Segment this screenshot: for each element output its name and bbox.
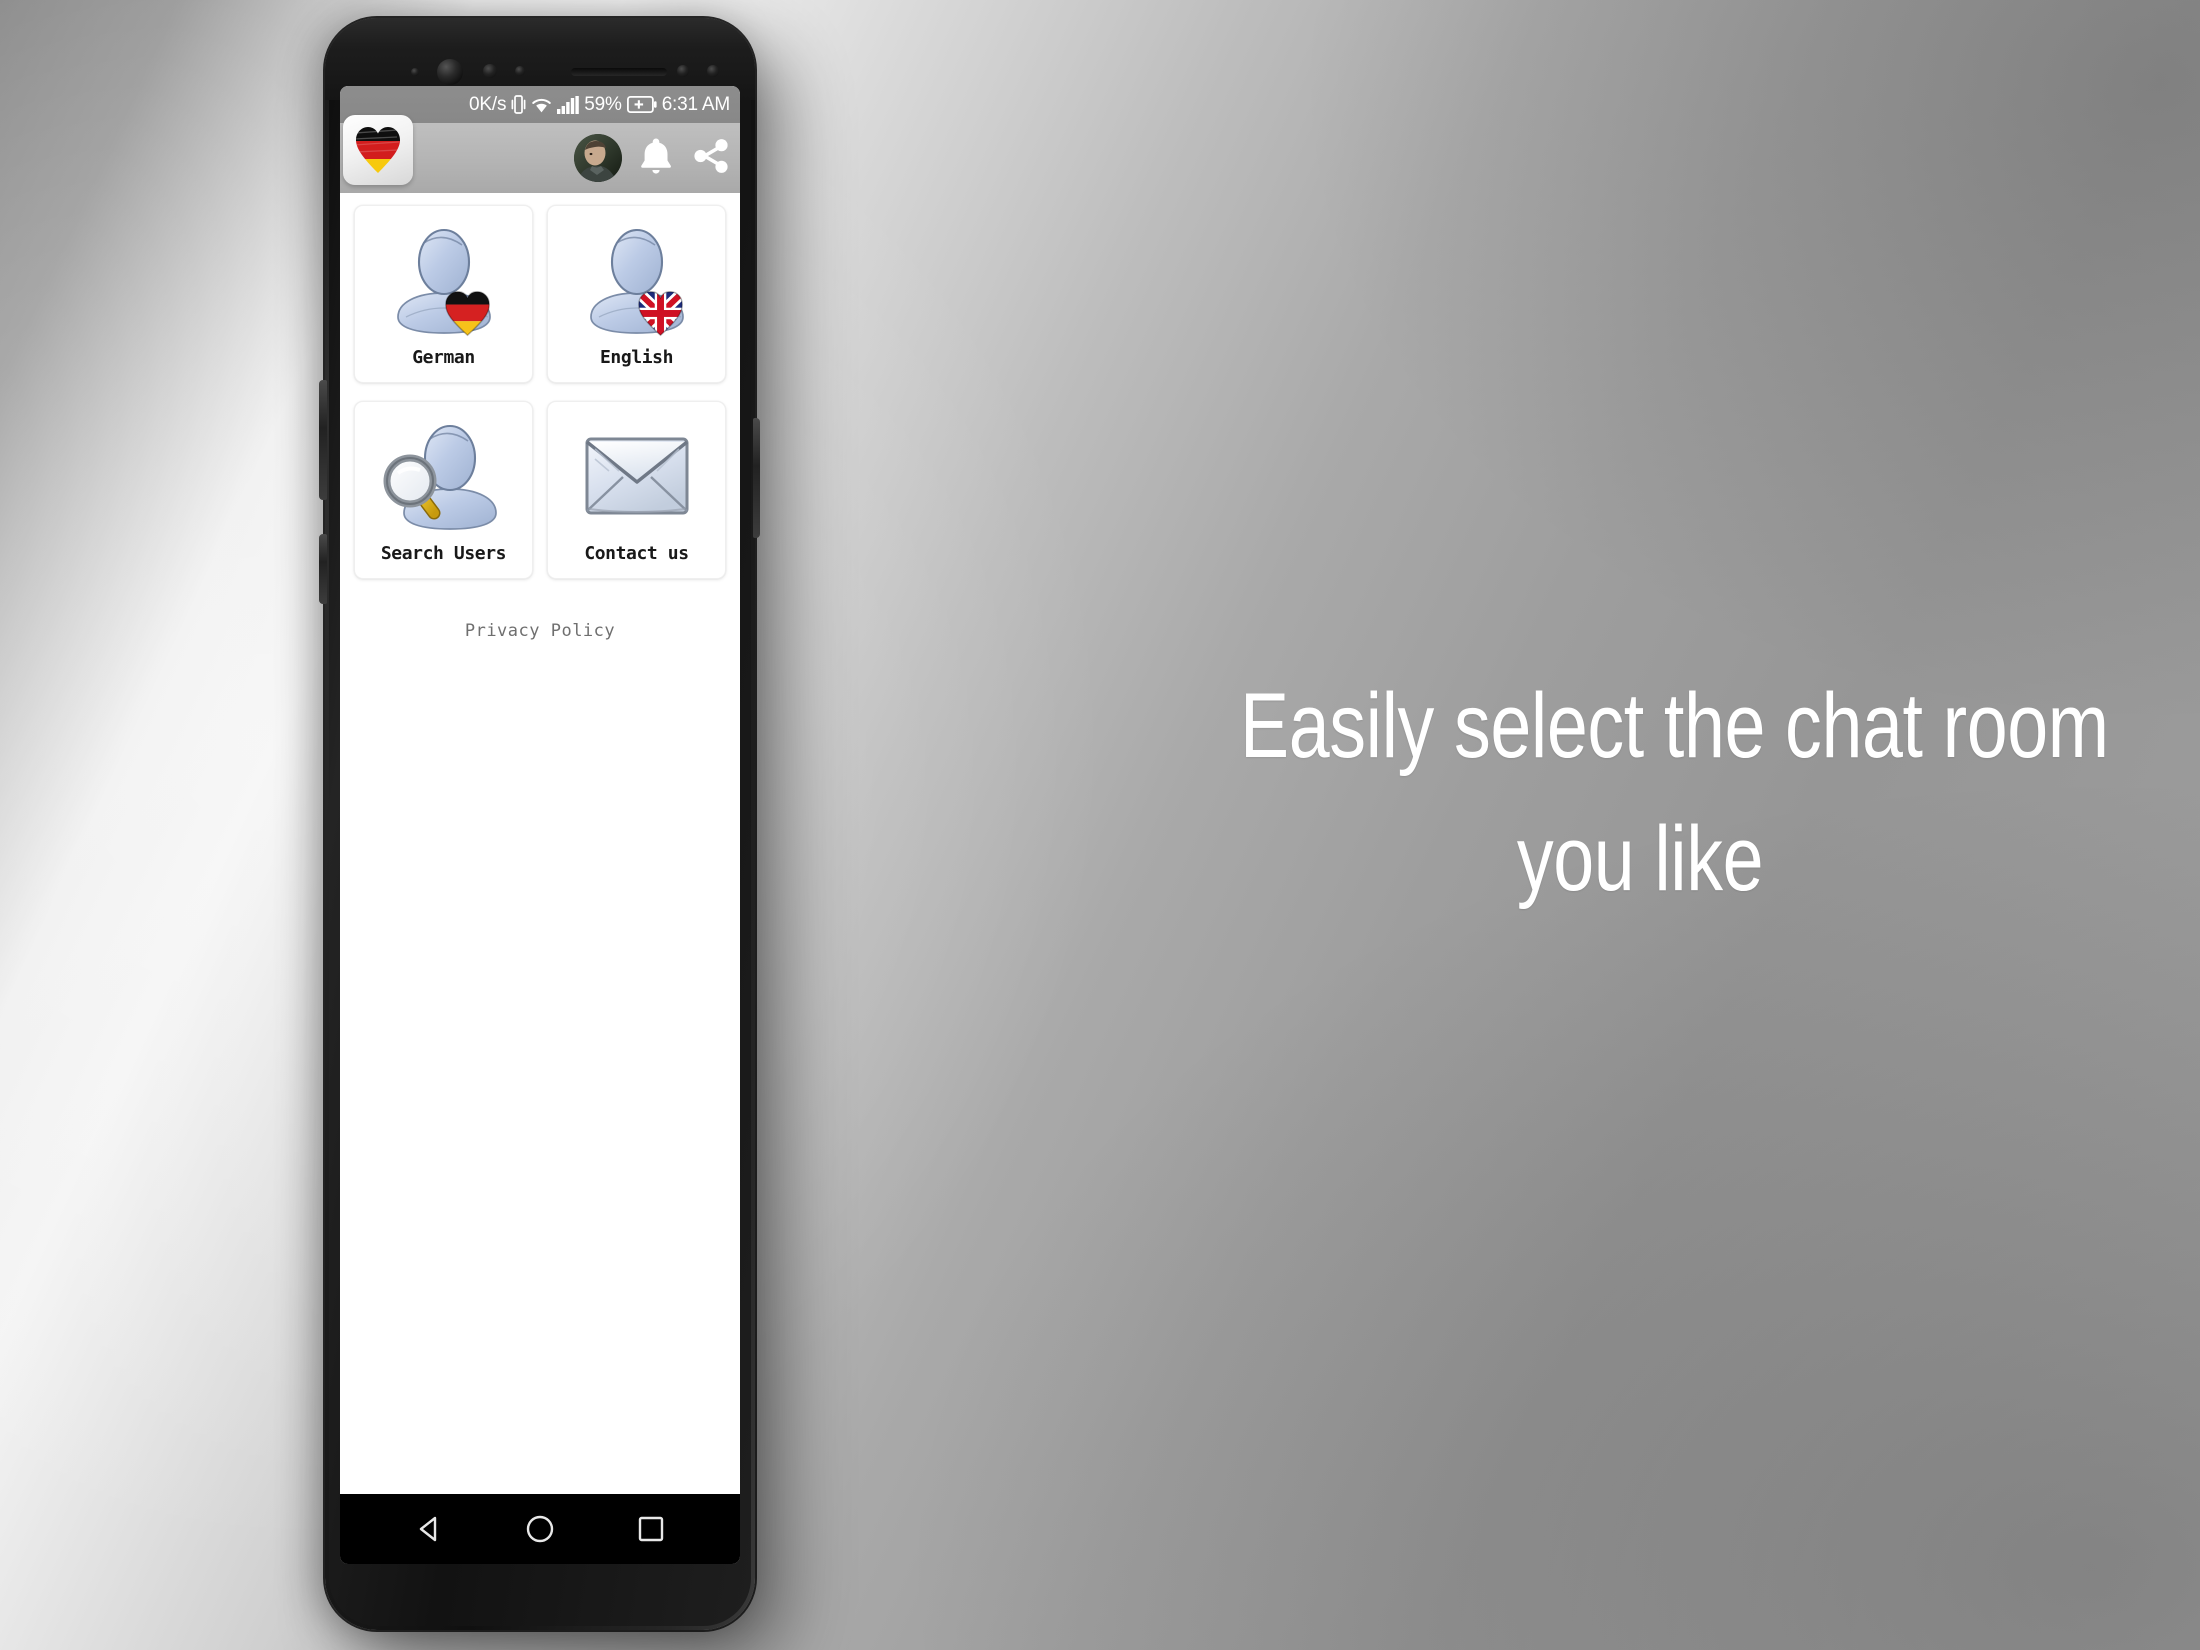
recents-square-icon xyxy=(638,1516,663,1542)
card-english[interactable]: English xyxy=(547,205,726,383)
android-navigation-bar xyxy=(340,1494,740,1564)
card-search-users-label: Search Users xyxy=(380,543,507,564)
card-german[interactable]: German xyxy=(354,205,533,383)
nav-recents-button[interactable] xyxy=(621,1499,681,1559)
sensor-right-2-icon xyxy=(707,65,719,77)
share-button[interactable] xyxy=(690,135,732,182)
options-grid: German English Search Users Contact us xyxy=(354,205,726,579)
power-button[interactable] xyxy=(319,534,327,604)
card-search-users[interactable]: Search Users xyxy=(354,401,533,579)
phone-mockup: 0K/s 59% 6:31 AM German English Search U… xyxy=(319,18,760,1630)
volume-button[interactable] xyxy=(319,380,327,500)
sensor-right-1-icon xyxy=(677,65,689,77)
back-triangle-icon xyxy=(420,1516,437,1542)
user-uk-flag-heart-icon xyxy=(589,228,684,336)
front-camera-icon xyxy=(437,59,463,85)
network-speed: 0K/s xyxy=(469,94,507,115)
german-flag-heart-logo-icon xyxy=(356,127,400,173)
card-english-label: English xyxy=(599,347,674,368)
promo-caption: Easily select the chat room you like xyxy=(1240,660,2109,927)
side-button-right[interactable] xyxy=(753,418,760,538)
notifications-button[interactable] xyxy=(636,134,676,183)
envelope-icon xyxy=(585,437,688,514)
card-contact-us-label: Contact us xyxy=(584,543,689,564)
clock: 6:31 AM xyxy=(661,94,731,115)
avatar[interactable] xyxy=(574,134,622,182)
card-german-icon-wrap xyxy=(355,214,532,347)
app-logo-button[interactable] xyxy=(343,115,413,185)
privacy-policy-link[interactable]: Privacy Policy xyxy=(354,621,726,641)
light-sensor-icon xyxy=(483,64,497,78)
card-english-icon-wrap xyxy=(548,214,725,347)
nav-back-button[interactable] xyxy=(399,1499,459,1559)
battery-charging-icon xyxy=(626,96,657,113)
promo-caption-line-1: Easily select the chat room xyxy=(1240,675,2109,777)
app-bar-actions xyxy=(574,134,732,183)
vibrate-icon xyxy=(511,94,526,115)
card-contact-us-icon-wrap xyxy=(548,410,725,543)
card-search-users-icon-wrap xyxy=(355,410,532,543)
battery-percent: 59% xyxy=(584,94,622,115)
app-bar xyxy=(340,115,740,193)
share-icon xyxy=(694,138,728,173)
wifi-icon xyxy=(531,96,552,114)
promo-caption-line-2: you like xyxy=(1516,808,1764,911)
card-contact-us[interactable]: Contact us xyxy=(547,401,726,579)
user-magnifier-icon xyxy=(383,424,497,530)
earpiece-speaker xyxy=(571,68,667,76)
ir-sensor-icon xyxy=(515,66,525,76)
bell-icon xyxy=(641,138,671,174)
main-content: German English Search Users Contact us P… xyxy=(340,193,740,1494)
home-circle-icon xyxy=(526,1515,554,1543)
phone-screen: 0K/s 59% 6:31 AM German English Search U… xyxy=(340,86,740,1564)
signal-bars-icon xyxy=(557,95,580,114)
nav-home-button[interactable] xyxy=(510,1499,570,1559)
card-german-label: German xyxy=(412,347,475,368)
user-german-flag-heart-icon xyxy=(396,228,491,336)
proximity-sensor-icon xyxy=(411,68,419,76)
